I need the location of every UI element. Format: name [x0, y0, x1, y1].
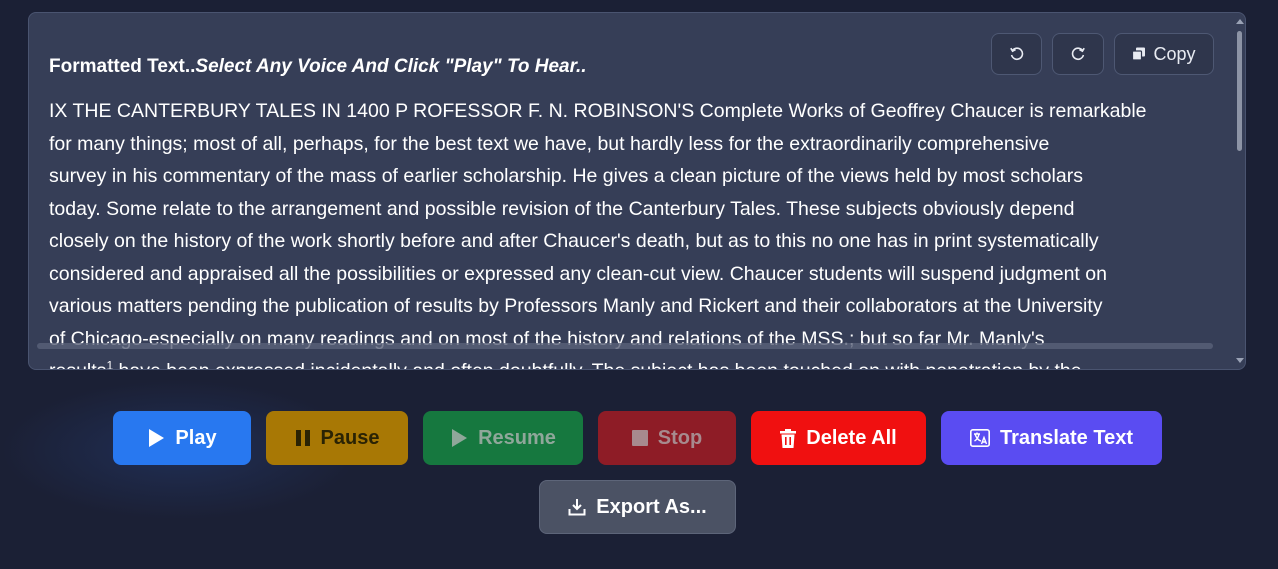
- pause-button[interactable]: Pause: [266, 411, 408, 465]
- resume-icon: [450, 428, 468, 448]
- text-line: survey in his commentary of the mass of …: [49, 165, 1083, 187]
- redo-button[interactable]: [1052, 33, 1104, 75]
- panel-header: Formatted Text..Select Any Voice And Cli…: [49, 55, 587, 79]
- text-segment: have been expressed incidentally and oft…: [113, 360, 1082, 369]
- download-icon: [568, 498, 586, 516]
- formatted-text-content[interactable]: IX THE CANTERBURY TALES IN 1400 P ROFESS…: [49, 95, 1221, 370]
- scroll-down-arrow-icon[interactable]: [1236, 358, 1244, 363]
- text-segment: results: [49, 360, 106, 369]
- play-button[interactable]: Play: [113, 411, 251, 465]
- play-icon: [147, 428, 165, 448]
- text-line: results1 have been expressed incidentall…: [49, 355, 1221, 370]
- copy-button[interactable]: Copy: [1114, 33, 1214, 75]
- text-line: for many things; most of all, perhaps, f…: [49, 132, 1050, 155]
- resume-label: Resume: [478, 426, 556, 449]
- text-line: closely on the history of the work short…: [49, 230, 1099, 252]
- delete-all-label: Delete All: [806, 426, 897, 449]
- scroll-up-arrow-icon[interactable]: [1236, 19, 1244, 24]
- play-label: Play: [175, 426, 217, 449]
- text-line: various matters pending the publication …: [49, 295, 1103, 317]
- pause-icon: [295, 429, 311, 447]
- resume-button[interactable]: Resume: [423, 411, 583, 465]
- text-line: of Chicago-especially on many readings a…: [49, 327, 1045, 350]
- header-prefix: Formatted Text..: [49, 56, 196, 77]
- undo-button[interactable]: [991, 33, 1042, 75]
- copy-label: Copy: [1153, 43, 1196, 64]
- text-line: IX THE CANTERBURY TALES IN 1400 P ROFESS…: [49, 100, 1147, 122]
- translate-text-button[interactable]: Translate Text: [941, 411, 1162, 465]
- trash-icon: [780, 428, 797, 448]
- undo-icon: [1009, 46, 1025, 62]
- scroll-thumb[interactable]: [1237, 31, 1242, 151]
- translate-icon: [969, 429, 990, 447]
- formatted-text-panel: Formatted Text..Select Any Voice And Cli…: [28, 12, 1246, 370]
- text-line: today. Some relate to the arrangement an…: [49, 197, 1075, 220]
- stop-label: Stop: [657, 426, 703, 449]
- horizontal-scrollbar[interactable]: [37, 343, 1213, 349]
- copy-icon: [1132, 47, 1146, 61]
- header-instruction: Select Any Voice And Click "Play" To Hea…: [195, 56, 587, 77]
- redo-icon: [1070, 46, 1086, 62]
- pause-label: Pause: [320, 426, 380, 449]
- vertical-scrollbar[interactable]: [1233, 13, 1245, 369]
- translate-label: Translate Text: [999, 426, 1134, 449]
- export-label: Export As...: [596, 495, 707, 518]
- export-as-button[interactable]: Export As...: [539, 480, 736, 534]
- stop-icon: [631, 430, 648, 446]
- stop-button[interactable]: Stop: [598, 411, 736, 465]
- delete-all-button[interactable]: Delete All: [751, 411, 926, 465]
- text-line: considered and appraised all the possibi…: [49, 262, 1107, 285]
